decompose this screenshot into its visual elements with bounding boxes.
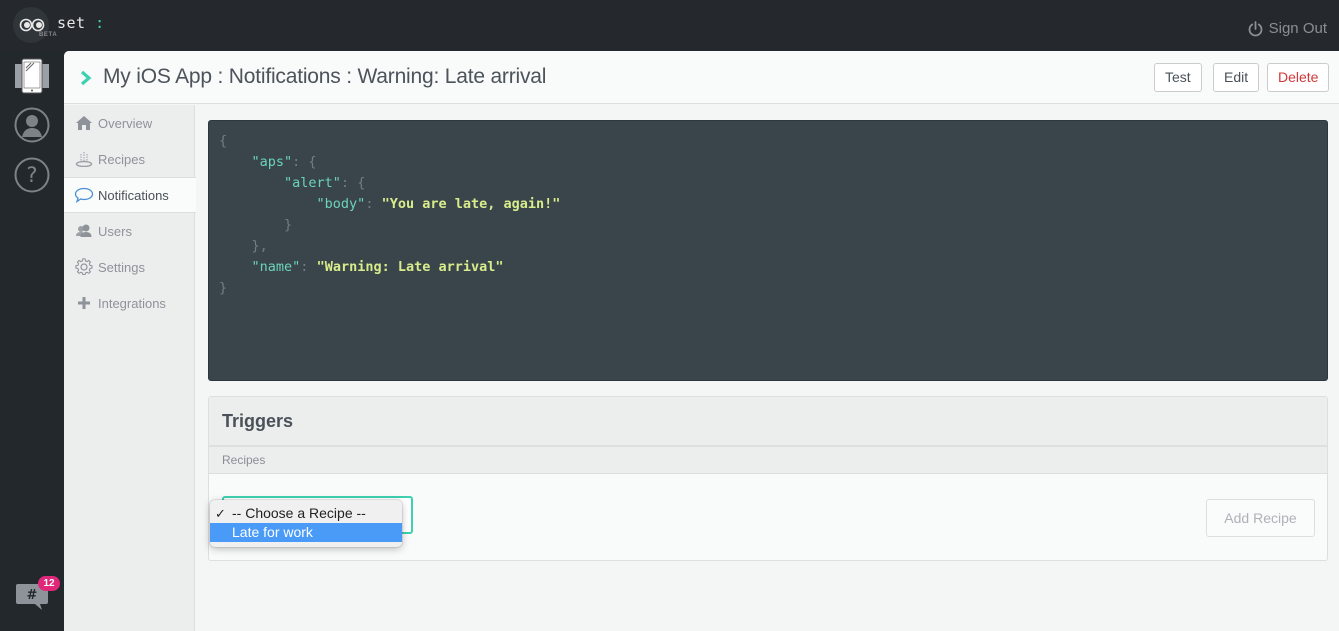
sidebar-item-integrations[interactable]: Integrations [64,285,195,321]
users-icon [74,222,94,240]
triggers-title: Triggers [209,397,1327,447]
checkmark-icon: ✓ [215,506,226,521]
json-punctuation: : { [340,175,366,191]
code-line: "body": "You are late, again!" [219,194,1317,215]
code-line: } [219,215,1317,236]
svg-text:#: # [27,588,38,603]
page-title: My iOS App : Notifications : Warning: La… [103,65,547,88]
recipe-option-late-for-work[interactable]: Late for work [210,523,402,542]
json-punctuation [219,259,252,275]
sidebar-item-recipes[interactable]: Recipes [64,141,195,177]
sidebar-item-label: Integrations [98,295,166,311]
code-line: "alert": { [219,173,1317,194]
json-punctuation [219,154,252,170]
device-icon[interactable] [14,58,50,94]
edit-button[interactable]: Edit [1213,63,1260,92]
beta-label: BETA [39,32,58,38]
power-icon [1248,20,1263,36]
gear-icon [74,258,94,276]
sidebar-item-users[interactable]: Users [64,213,195,249]
code-line: }, [219,236,1317,257]
sidebar-item-label: Recipes [98,151,145,167]
json-string: "You are late, again!" [381,196,561,212]
json-punctuation [219,196,317,212]
sidebar-item-settings[interactable]: Settings [64,249,195,285]
logo-text: set : [57,14,105,32]
code-line: } [219,278,1317,299]
logo-eyes-icon [19,18,45,32]
sidebar-nav: Overview Recipes Notifications Users Set… [64,105,196,631]
payload-code-viewer[interactable]: { "aps": { "alert": { "body": "You are l… [208,120,1328,381]
json-punctuation: : [300,259,317,275]
chat-badge: 12 [38,576,60,591]
json-punctuation: { [219,133,228,149]
json-key: "name" [251,259,301,275]
json-punctuation: : [365,196,382,212]
add-recipe-button[interactable]: Add Recipe [1206,499,1315,537]
option-label: -- Choose a Recipe -- [232,505,366,521]
json-key: "alert" [284,175,341,191]
speech-bubble-icon [74,186,94,204]
json-punctuation: } [219,280,228,296]
sign-out-label: Sign Out [1268,20,1327,37]
top-bar: set : BETA Sign Out [0,0,1339,51]
page-header: My iOS App : Notifications : Warning: La… [64,51,1339,104]
recipes-subheader: Recipes [209,447,1327,474]
code-line: { [219,131,1317,152]
user-icon[interactable] [14,107,50,143]
json-punctuation: } [219,217,293,233]
sidebar-item-overview[interactable]: Overview [64,105,195,141]
code-line: "name": "Warning: Late arrival" [219,257,1317,278]
json-key: "aps" [251,154,293,170]
recipe-option-choose[interactable]: ✓ -- Choose a Recipe -- [210,504,402,523]
sign-out-button[interactable]: Sign Out [1248,20,1327,37]
json-key: "body" [316,196,366,212]
delete-button[interactable]: Delete [1267,63,1330,92]
sidebar-item-label: Users [98,223,132,239]
option-label: Late for work [232,524,313,540]
chevron-right-icon [80,70,92,86]
recipes-icon [74,150,94,168]
json-punctuation: : { [292,154,317,170]
sidebar-item-label: Overview [98,115,153,131]
json-punctuation: }, [219,238,268,254]
home-icon [74,114,94,132]
recipe-select-menu: ✓ -- Choose a Recipe -- Late for work [210,500,402,547]
test-button[interactable]: Test [1154,63,1202,92]
sidebar-item-notifications[interactable]: Notifications [64,177,196,213]
sidebar-item-label: Settings [98,259,145,275]
code-line: "aps": { [219,152,1317,173]
sidebar-item-label: Notifications [98,187,169,203]
help-icon[interactable]: ? [14,157,50,193]
svg-text:?: ? [26,163,37,187]
json-punctuation [219,175,284,191]
plus-icon [74,294,94,312]
json-string: "Warning: Late arrival" [316,259,504,275]
